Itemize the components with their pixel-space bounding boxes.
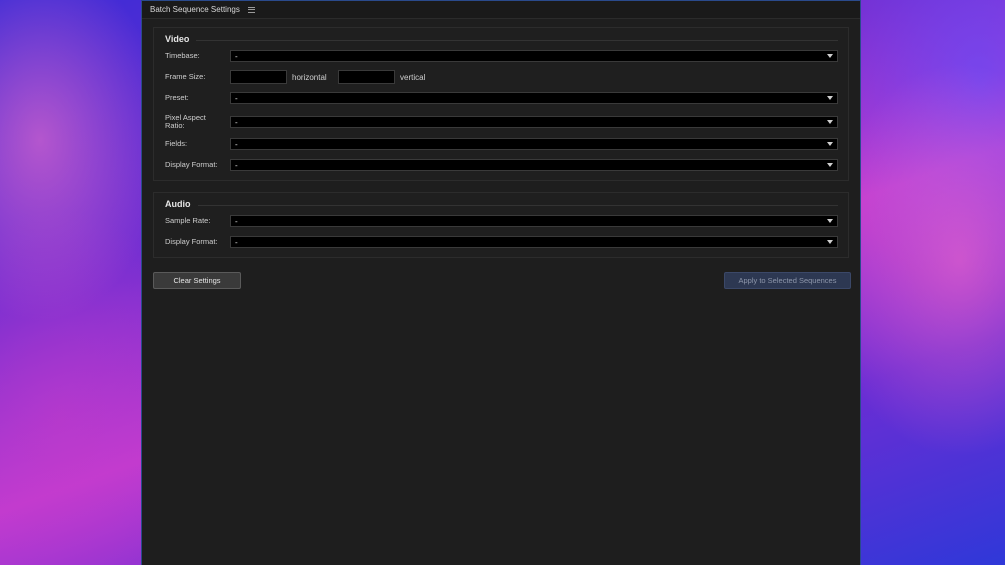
batch-sequence-settings-panel: Batch Sequence Settings Video Timebase: … (141, 0, 861, 565)
panel-header: Batch Sequence Settings (142, 1, 860, 19)
audio-display-format-row: Display Format: - (165, 235, 838, 249)
fields-label: Fields: (165, 139, 188, 148)
timebase-select[interactable]: - (230, 50, 838, 62)
chevron-down-icon (827, 120, 833, 124)
panel-menu-icon[interactable] (247, 6, 255, 13)
video-group: Video Timebase: - Frame Size: horizontal… (153, 27, 849, 181)
video-group-title: Video (165, 34, 190, 44)
audio-group: Audio Sample Rate: - Display Format: - (153, 192, 849, 258)
audio-display-format-select[interactable]: - (230, 236, 838, 248)
chevron-down-icon (827, 54, 833, 58)
panel-title: Batch Sequence Settings (150, 5, 240, 14)
pixel-aspect-ratio-label: Pixel Aspect Ratio: (165, 113, 206, 130)
frame-size-label: Frame Size: (165, 72, 206, 81)
pixel-aspect-ratio-select[interactable]: - (230, 116, 838, 128)
frame-size-row: Frame Size: horizontal vertical (165, 70, 838, 84)
audio-display-format-value: - (235, 237, 238, 247)
audio-group-divider (198, 205, 838, 206)
fields-select[interactable]: - (230, 138, 838, 150)
fields-row: Fields: - (165, 137, 838, 151)
preset-value: - (235, 93, 238, 103)
timebase-label: Timebase: (165, 51, 200, 60)
apply-to-selected-sequences-button[interactable]: Apply to Selected Sequences (724, 272, 851, 289)
clear-settings-button[interactable]: Clear Settings (153, 272, 241, 289)
chevron-down-icon (827, 219, 833, 223)
preset-row: Preset: - (165, 91, 838, 105)
video-display-format-label: Display Format: (165, 160, 218, 169)
pixel-aspect-ratio-row: Pixel Aspect Ratio: - (165, 114, 838, 130)
timebase-value: - (235, 51, 238, 61)
fields-value: - (235, 139, 238, 149)
frame-size-vertical-input[interactable] (338, 70, 395, 84)
frame-size-horizontal-input[interactable] (230, 70, 287, 84)
audio-display-format-label: Display Format: (165, 237, 218, 246)
frame-size-horizontal-unit: horizontal (292, 73, 327, 82)
chevron-down-icon (827, 240, 833, 244)
chevron-down-icon (827, 142, 833, 146)
video-display-format-value: - (235, 160, 238, 170)
audio-group-title: Audio (165, 199, 191, 209)
chevron-down-icon (827, 163, 833, 167)
sample-rate-label: Sample Rate: (165, 216, 211, 225)
preset-label: Preset: (165, 93, 189, 102)
video-group-divider (196, 40, 838, 41)
preset-select[interactable]: - (230, 92, 838, 104)
chevron-down-icon (827, 96, 833, 100)
video-display-format-row: Display Format: - (165, 158, 838, 172)
sample-rate-select[interactable]: - (230, 215, 838, 227)
video-display-format-select[interactable]: - (230, 159, 838, 171)
sample-rate-value: - (235, 216, 238, 226)
sample-rate-row: Sample Rate: - (165, 214, 838, 228)
timebase-row: Timebase: - (165, 49, 838, 63)
pixel-aspect-ratio-value: - (235, 117, 238, 127)
frame-size-vertical-unit: vertical (400, 73, 426, 82)
